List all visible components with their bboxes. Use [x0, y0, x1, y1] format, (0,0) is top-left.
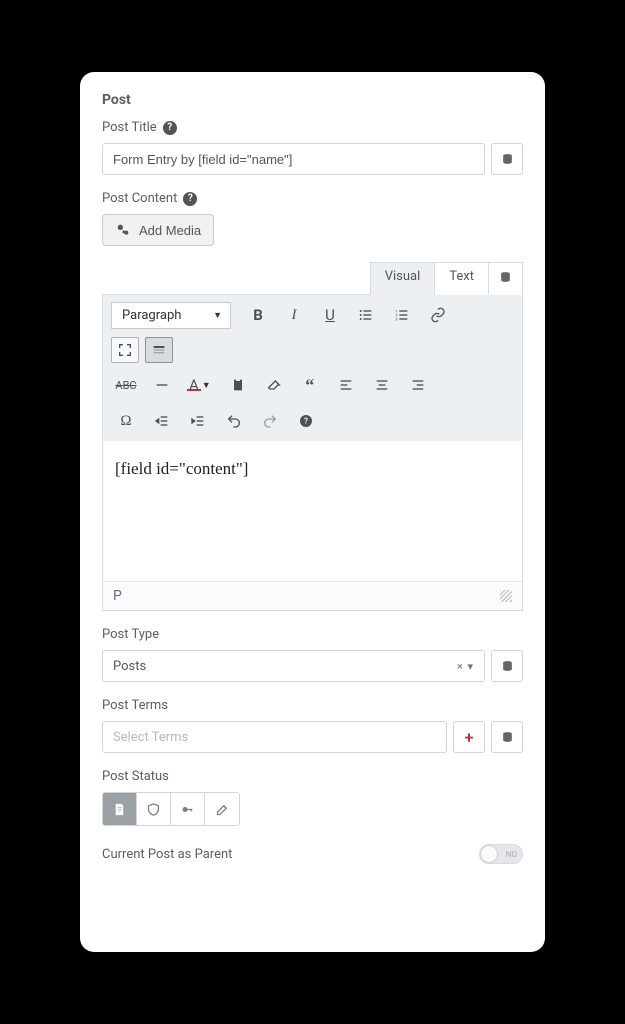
numbered-list-button[interactable]: 123 — [387, 301, 417, 329]
numbered-list-icon: 123 — [394, 307, 410, 323]
add-media-button[interactable]: Add Media — [102, 214, 214, 246]
section-title: Post — [102, 92, 523, 108]
format-select[interactable]: Paragraph — [111, 302, 231, 329]
database-icon-button[interactable] — [491, 650, 523, 682]
editor-toolbar: Paragraph B I U 123 ABC — [103, 295, 522, 441]
indent-icon — [190, 413, 206, 429]
add-media-label: Add Media — [139, 223, 201, 238]
editor-tabs: Visual Text — [102, 262, 523, 295]
redo-button[interactable] — [255, 407, 285, 435]
post-title-label: Post Title — [102, 120, 157, 135]
blockquote-button[interactable]: “ — [295, 371, 325, 399]
link-icon — [430, 307, 446, 323]
question-circle-icon: ? — [298, 413, 314, 429]
text-color-button[interactable]: A ▼ — [183, 371, 217, 399]
page-icon — [112, 802, 127, 817]
outdent-icon — [154, 413, 170, 429]
link-button[interactable] — [423, 301, 453, 329]
strikethrough-button[interactable]: ABC — [111, 371, 141, 399]
add-term-button[interactable]: + — [453, 721, 485, 753]
align-left-icon — [338, 377, 354, 393]
post-type-label-row: Post Type — [102, 627, 523, 642]
toolbar-toggle-button[interactable] — [145, 337, 173, 363]
undo-icon — [226, 413, 242, 429]
status-draft-button[interactable] — [205, 793, 239, 825]
fullscreen-icon — [117, 342, 133, 358]
add-media-row: Add Media — [102, 214, 523, 246]
status-password-button[interactable] — [171, 793, 205, 825]
post-type-select[interactable]: Posts × ▾ — [102, 650, 485, 682]
bullet-list-button[interactable] — [351, 301, 381, 329]
special-char-button[interactable]: Ω — [111, 407, 141, 435]
wysiwyg-editor: Paragraph B I U 123 ABC — [102, 294, 523, 611]
database-icon-button[interactable] — [491, 721, 523, 753]
status-private-button[interactable] — [137, 793, 171, 825]
post-settings-panel: Post Post Title ? Post Content ? Add Med… — [80, 72, 545, 952]
parent-toggle[interactable]: NO — [479, 844, 523, 864]
tab-text[interactable]: Text — [435, 262, 489, 295]
parent-toggle-label: Current Post as Parent — [102, 847, 232, 862]
edit-icon — [215, 802, 230, 817]
align-right-icon — [410, 377, 426, 393]
align-center-icon — [374, 377, 390, 393]
tab-visual[interactable]: Visual — [370, 262, 436, 295]
editor-status-bar: P — [103, 581, 522, 610]
help-icon[interactable]: ? — [183, 192, 197, 206]
help-button[interactable]: ? — [291, 407, 321, 435]
post-type-row: Posts × ▾ — [102, 650, 523, 682]
camera-icon — [115, 222, 131, 238]
key-icon — [180, 802, 195, 817]
post-content-label: Post Content — [102, 191, 177, 206]
database-icon-button[interactable] — [489, 262, 523, 295]
post-content-label-row: Post Content ? — [102, 191, 523, 206]
post-terms-label: Post Terms — [102, 698, 168, 713]
svg-text:3: 3 — [395, 316, 397, 321]
outdent-button[interactable] — [147, 407, 177, 435]
align-center-button[interactable] — [367, 371, 397, 399]
clear-and-chevron-icon[interactable]: × ▾ — [457, 660, 474, 673]
svg-text:?: ? — [304, 417, 308, 426]
underline-button[interactable]: U — [315, 301, 345, 329]
fullscreen-button[interactable] — [111, 337, 139, 363]
post-title-input[interactable] — [102, 143, 485, 175]
editor-path: P — [113, 588, 122, 604]
shield-icon — [146, 802, 161, 817]
post-terms-row: Select Terms + — [102, 721, 523, 753]
post-type-label: Post Type — [102, 627, 159, 642]
paste-button[interactable] — [223, 371, 253, 399]
clear-formatting-button[interactable] — [259, 371, 289, 399]
align-right-button[interactable] — [403, 371, 433, 399]
undo-button[interactable] — [219, 407, 249, 435]
indent-button[interactable] — [183, 407, 213, 435]
eraser-icon — [266, 377, 282, 393]
parent-toggle-row: Current Post as Parent NO — [102, 844, 523, 864]
database-icon-button[interactable] — [491, 143, 523, 175]
post-status-label: Post Status — [102, 769, 169, 784]
hr-icon — [154, 377, 170, 393]
help-icon[interactable]: ? — [163, 121, 177, 135]
italic-button[interactable]: I — [279, 301, 309, 329]
post-title-label-row: Post Title ? — [102, 120, 523, 135]
post-status-buttons — [102, 792, 240, 826]
bold-button[interactable]: B — [243, 301, 273, 329]
post-terms-label-row: Post Terms — [102, 698, 523, 713]
resize-handle[interactable] — [500, 590, 512, 602]
align-left-button[interactable] — [331, 371, 361, 399]
post-title-row — [102, 143, 523, 175]
status-publish-button[interactable] — [103, 793, 137, 825]
hr-button[interactable] — [147, 371, 177, 399]
toggle-knob — [480, 845, 498, 863]
editor-content-area[interactable]: [field id="content"] — [103, 441, 522, 581]
post-terms-select[interactable]: Select Terms — [102, 721, 447, 753]
post-status-label-row: Post Status — [102, 769, 523, 784]
toolbar-toggle-icon — [151, 342, 167, 358]
redo-icon — [262, 413, 278, 429]
bullet-list-icon — [358, 307, 374, 323]
clipboard-icon — [230, 377, 246, 393]
